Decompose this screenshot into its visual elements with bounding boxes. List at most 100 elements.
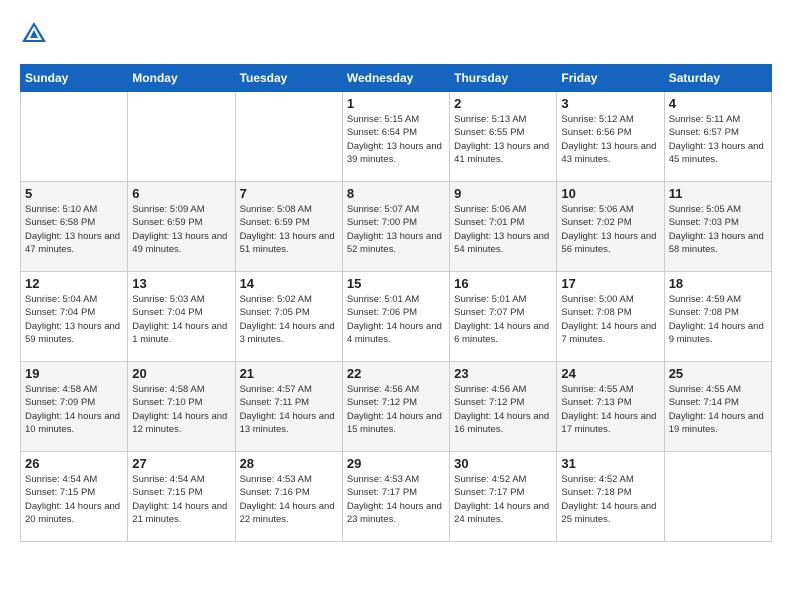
day-info: Sunrise: 4:55 AM Sunset: 7:14 PM Dayligh… [669,383,767,436]
calendar-cell: 14Sunrise: 5:02 AM Sunset: 7:05 PM Dayli… [235,272,342,362]
calendar-cell: 22 Sunrise: 4:56 AM Sunset: 7:12 PM Dayli… [342,362,449,452]
day-info: Sunrise: 4:53 AM Sunset: 7:16 PM Dayligh… [240,473,338,526]
day-number: 18 [669,276,767,291]
calendar-cell: 12 Sunrise: 5:04 AM Sunset: 7:04 PM Dayli… [21,272,128,362]
day-number: 7 [240,186,338,201]
calendar-cell: 3 Sunrise: 5:12 AM Sunset: 6:56 PM Daylig… [557,92,664,182]
day-info: Sunrise: 4:58 AM Sunset: 7:09 PM Dayligh… [25,383,123,436]
day-number: 6 [132,186,230,201]
calendar-cell: 15 Sunrise: 5:01 AM Sunset: 7:06 PM Dayli… [342,272,449,362]
day-number: 25 [669,366,767,381]
calendar-cell [235,92,342,182]
calendar-cell: 8 Sunrise: 5:07 AM Sunset: 7:00 PM Daylig… [342,182,449,272]
day-info: Sunrise: 4:56 AM Sunset: 7:12 PM Dayligh… [454,383,552,436]
day-info: Sunrise: 5:07 AM Sunset: 7:00 PM Dayligh… [347,203,445,256]
calendar-cell: 4Sunrise: 5:11 AM Sunset: 6:57 PM Daylig… [664,92,771,182]
header-saturday: Saturday [664,65,771,92]
day-number: 27 [132,456,230,471]
calendar-cell: 9Sunrise: 5:06 AM Sunset: 7:01 PM Daylig… [450,182,557,272]
calendar-cell: 18 Sunrise: 4:59 AM Sunset: 7:08 PM Dayli… [664,272,771,362]
day-info: Sunrise: 5:00 AM Sunset: 7:08 PM Dayligh… [561,293,659,346]
logo-icon [20,20,48,48]
day-info: Sunrise: 4:54 AM Sunset: 7:15 PM Dayligh… [132,473,230,526]
day-number: 3 [561,96,659,111]
day-number: 28 [240,456,338,471]
day-number: 12 [25,276,123,291]
calendar-cell [21,92,128,182]
calendar-cell: 21Sunrise: 4:57 AM Sunset: 7:11 PM Dayli… [235,362,342,452]
header-monday: Monday [128,65,235,92]
calendar-cell: 6 Sunrise: 5:09 AM Sunset: 6:59 PM Daylig… [128,182,235,272]
day-number: 4 [669,96,767,111]
day-number: 16 [454,276,552,291]
calendar-cell: 5 Sunrise: 5:10 AM Sunset: 6:58 PM Daylig… [21,182,128,272]
day-info: Sunrise: 5:10 AM Sunset: 6:58 PM Dayligh… [25,203,123,256]
calendar-week-3: 19 Sunrise: 4:58 AM Sunset: 7:09 PM Dayli… [21,362,772,452]
day-number: 24 [561,366,659,381]
calendar-cell: 31Sunrise: 4:52 AM Sunset: 7:18 PM Dayli… [557,452,664,542]
header-wednesday: Wednesday [342,65,449,92]
day-number: 1 [347,96,445,111]
day-number: 29 [347,456,445,471]
calendar-cell: 19 Sunrise: 4:58 AM Sunset: 7:09 PM Dayli… [21,362,128,452]
day-number: 15 [347,276,445,291]
calendar-cell: 2 Sunrise: 5:13 AM Sunset: 6:55 PM Daylig… [450,92,557,182]
day-info: Sunrise: 5:02 AM Sunset: 7:05 PM Dayligh… [240,293,338,346]
day-number: 19 [25,366,123,381]
calendar-cell: 17Sunrise: 5:00 AM Sunset: 7:08 PM Dayli… [557,272,664,362]
calendar-week-0: 1 Sunrise: 5:15 AM Sunset: 6:54 PM Daylig… [21,92,772,182]
calendar-cell: 16Sunrise: 5:01 AM Sunset: 7:07 PM Dayli… [450,272,557,362]
day-info: Sunrise: 4:56 AM Sunset: 7:12 PM Dayligh… [347,383,445,436]
day-info: Sunrise: 4:55 AM Sunset: 7:13 PM Dayligh… [561,383,659,436]
day-info: Sunrise: 5:15 AM Sunset: 6:54 PM Dayligh… [347,113,445,166]
day-info: Sunrise: 5:13 AM Sunset: 6:55 PM Dayligh… [454,113,552,166]
day-number: 13 [132,276,230,291]
day-number: 26 [25,456,123,471]
day-info: Sunrise: 5:03 AM Sunset: 7:04 PM Dayligh… [132,293,230,346]
day-info: Sunrise: 5:04 AM Sunset: 7:04 PM Dayligh… [25,293,123,346]
day-info: Sunrise: 5:01 AM Sunset: 7:06 PM Dayligh… [347,293,445,346]
day-number: 9 [454,186,552,201]
day-info: Sunrise: 5:06 AM Sunset: 7:02 PM Dayligh… [561,203,659,256]
day-number: 30 [454,456,552,471]
header-thursday: Thursday [450,65,557,92]
calendar-cell [128,92,235,182]
header-friday: Friday [557,65,664,92]
calendar-cell: 24 Sunrise: 4:55 AM Sunset: 7:13 PM Dayli… [557,362,664,452]
calendar-cell: 26 Sunrise: 4:54 AM Sunset: 7:15 PM Dayli… [21,452,128,542]
calendar-cell: 27 Sunrise: 4:54 AM Sunset: 7:15 PM Dayli… [128,452,235,542]
calendar-header-row: SundayMondayTuesdayWednesdayThursdayFrid… [21,65,772,92]
calendar-week-4: 26 Sunrise: 4:54 AM Sunset: 7:15 PM Dayli… [21,452,772,542]
day-info: Sunrise: 5:09 AM Sunset: 6:59 PM Dayligh… [132,203,230,256]
day-number: 10 [561,186,659,201]
day-number: 8 [347,186,445,201]
calendar-cell: 28 Sunrise: 4:53 AM Sunset: 7:16 PM Dayli… [235,452,342,542]
day-info: Sunrise: 4:52 AM Sunset: 7:17 PM Dayligh… [454,473,552,526]
header-tuesday: Tuesday [235,65,342,92]
calendar-cell: 13 Sunrise: 5:03 AM Sunset: 7:04 PM Dayli… [128,272,235,362]
day-number: 5 [25,186,123,201]
day-number: 22 [347,366,445,381]
calendar-cell: 7Sunrise: 5:08 AM Sunset: 6:59 PM Daylig… [235,182,342,272]
calendar-cell: 25 Sunrise: 4:55 AM Sunset: 7:14 PM Dayli… [664,362,771,452]
calendar-cell: 23 Sunrise: 4:56 AM Sunset: 7:12 PM Dayli… [450,362,557,452]
calendar-cell: 30 Sunrise: 4:52 AM Sunset: 7:17 PM Dayli… [450,452,557,542]
calendar-cell: 29 Sunrise: 4:53 AM Sunset: 7:17 PM Dayli… [342,452,449,542]
day-info: Sunrise: 5:05 AM Sunset: 7:03 PM Dayligh… [669,203,767,256]
logo [20,20,52,48]
calendar-week-2: 12 Sunrise: 5:04 AM Sunset: 7:04 PM Dayli… [21,272,772,362]
calendar-cell [664,452,771,542]
day-info: Sunrise: 5:12 AM Sunset: 6:56 PM Dayligh… [561,113,659,166]
day-number: 23 [454,366,552,381]
day-info: Sunrise: 4:59 AM Sunset: 7:08 PM Dayligh… [669,293,767,346]
page-header [20,20,772,48]
day-info: Sunrise: 4:52 AM Sunset: 7:18 PM Dayligh… [561,473,659,526]
day-number: 2 [454,96,552,111]
day-info: Sunrise: 4:58 AM Sunset: 7:10 PM Dayligh… [132,383,230,436]
header-sunday: Sunday [21,65,128,92]
day-info: Sunrise: 4:53 AM Sunset: 7:17 PM Dayligh… [347,473,445,526]
calendar-cell: 1 Sunrise: 5:15 AM Sunset: 6:54 PM Daylig… [342,92,449,182]
day-info: Sunrise: 4:54 AM Sunset: 7:15 PM Dayligh… [25,473,123,526]
calendar-cell: 10 Sunrise: 5:06 AM Sunset: 7:02 PM Dayli… [557,182,664,272]
day-number: 11 [669,186,767,201]
